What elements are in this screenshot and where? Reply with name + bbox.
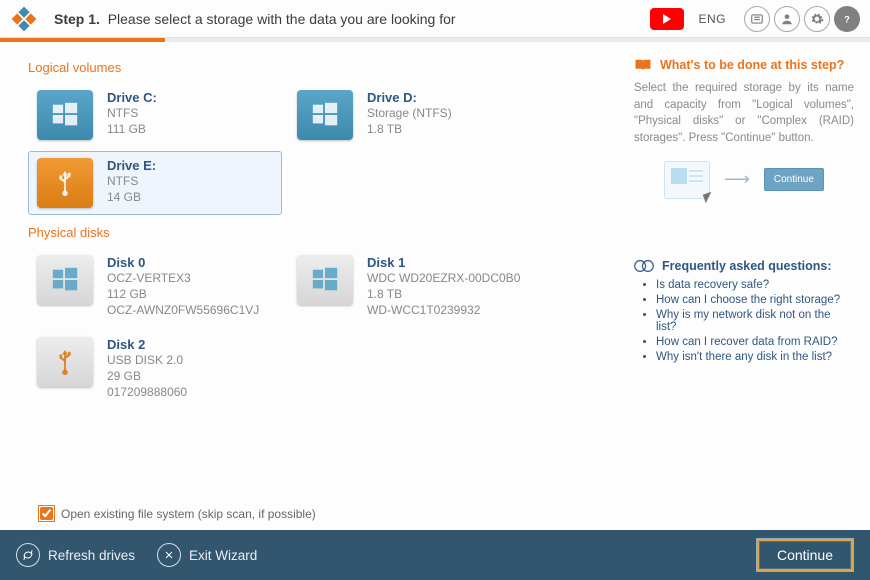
physical-disks-grid: Disk 0OCZ-VERTEX3112 GBOCZ-AWNZ0FW55696C…	[28, 246, 626, 409]
faq-title: Frequently asked questions:	[634, 259, 854, 273]
main-area: Logical volumes Drive C:NTFS111 GBDrive …	[0, 42, 870, 512]
continue-button[interactable]: Continue	[756, 538, 854, 572]
step-description: Please select a storage with the data yo…	[108, 11, 456, 27]
volume-fs: NTFS	[107, 173, 156, 189]
account-icon[interactable]	[774, 6, 800, 32]
hint-diagram: ⟶ Continue	[634, 161, 854, 199]
volume-size: 1.8 TB	[367, 121, 452, 137]
volume-fs: Storage (NTFS)	[367, 105, 452, 121]
usb-drive-icon	[37, 158, 93, 208]
faq-item[interactable]: Why isn't there any disk in the list?	[656, 351, 854, 363]
volume-name: Drive D:	[367, 90, 452, 105]
volume-name: Drive C:	[107, 90, 157, 105]
physical-disk-card[interactable]: Disk 0OCZ-VERTEX3112 GBOCZ-AWNZ0FW55696C…	[28, 248, 282, 326]
faq-item[interactable]: Why is my network disk not on the list?	[656, 309, 854, 333]
hint-disk-icon	[664, 161, 710, 199]
disk-serial: 017209888060	[107, 384, 187, 400]
volume-size: 14 GB	[107, 189, 156, 205]
logical-volume-card[interactable]: Drive E:NTFS14 GB	[28, 151, 282, 215]
physical-disks-title: Physical disks	[28, 225, 626, 240]
disk-model: USB DISK 2.0	[107, 352, 187, 368]
disk-name: Disk 2	[107, 337, 187, 352]
disk-size: 29 GB	[107, 368, 187, 384]
disk-serial: OCZ-AWNZ0FW55696C1VJ	[107, 302, 259, 318]
news-icon[interactable]	[744, 6, 770, 32]
disk-name: Disk 1	[367, 255, 520, 270]
refresh-icon	[16, 543, 40, 567]
youtube-icon[interactable]	[650, 8, 684, 30]
open-existing-checkbox[interactable]	[40, 507, 53, 520]
faq-item[interactable]: How can I choose the right storage?	[656, 294, 854, 306]
app-logo-icon	[10, 5, 38, 33]
logical-volumes-grid: Drive C:NTFS111 GBDrive D:Storage (NTFS)…	[28, 81, 626, 217]
logical-volume-card[interactable]: Drive C:NTFS111 GB	[28, 83, 282, 147]
physical-disk-card[interactable]: Disk 1WDC WD20EZRX-00DC0B01.8 TBWD-WCC1T…	[288, 248, 542, 326]
volume-name: Drive E:	[107, 158, 156, 173]
footer: Refresh drives Exit Wizard Continue	[0, 530, 870, 580]
help-icon[interactable]: ?	[834, 6, 860, 32]
hard-disk-icon	[37, 255, 93, 305]
svg-text:?: ?	[844, 14, 850, 24]
refresh-drives-button[interactable]: Refresh drives	[16, 543, 135, 567]
drive-icon	[297, 90, 353, 140]
usb-disk-icon	[37, 337, 93, 387]
faq-item[interactable]: Is data recovery safe?	[656, 279, 854, 291]
sidebar: What's to be done at this step? Select t…	[634, 42, 870, 512]
disk-name: Disk 0	[107, 255, 259, 270]
close-icon	[157, 543, 181, 567]
physical-disk-card[interactable]: Disk 2USB DISK 2.029 GB017209888060	[28, 330, 282, 408]
settings-icon[interactable]	[804, 6, 830, 32]
disk-model: WDC WD20EZRX-00DC0B0	[367, 270, 520, 286]
hard-disk-icon	[297, 255, 353, 305]
disk-size: 1.8 TB	[367, 286, 520, 302]
open-existing-label: Open existing file system (skip scan, if…	[61, 507, 316, 521]
exit-wizard-button[interactable]: Exit Wizard	[157, 543, 257, 567]
hint-continue-button: Continue	[764, 168, 824, 191]
language-button[interactable]: ENG	[698, 12, 726, 26]
step-title: Step 1. Please select a storage with the…	[54, 11, 456, 27]
step-number: Step 1.	[54, 11, 100, 27]
faq-list: Is data recovery safe? How can I choose t…	[634, 279, 854, 363]
topbar: Step 1. Please select a storage with the…	[0, 0, 870, 38]
disk-size: 112 GB	[107, 286, 259, 302]
disk-serial: WD-WCC1T0239932	[367, 302, 520, 318]
logical-volumes-title: Logical volumes	[28, 60, 626, 75]
faq-item[interactable]: How can I recover data from RAID?	[656, 336, 854, 348]
hint-title: What's to be done at this step?	[634, 58, 854, 72]
volume-size: 111 GB	[107, 121, 157, 137]
logical-volume-card[interactable]: Drive D:Storage (NTFS)1.8 TB	[288, 83, 542, 147]
faq-icon	[634, 259, 654, 273]
book-icon	[634, 58, 652, 72]
storage-list: Logical volumes Drive C:NTFS111 GBDrive …	[0, 42, 634, 512]
open-existing-checkbox-row[interactable]: Open existing file system (skip scan, if…	[38, 505, 316, 522]
disk-model: OCZ-VERTEX3	[107, 270, 259, 286]
progress-bar	[0, 38, 870, 42]
hint-text: Select the required storage by its name …	[634, 80, 854, 147]
arrow-right-icon: ⟶	[724, 169, 750, 190]
drive-icon	[37, 90, 93, 140]
volume-fs: NTFS	[107, 105, 157, 121]
